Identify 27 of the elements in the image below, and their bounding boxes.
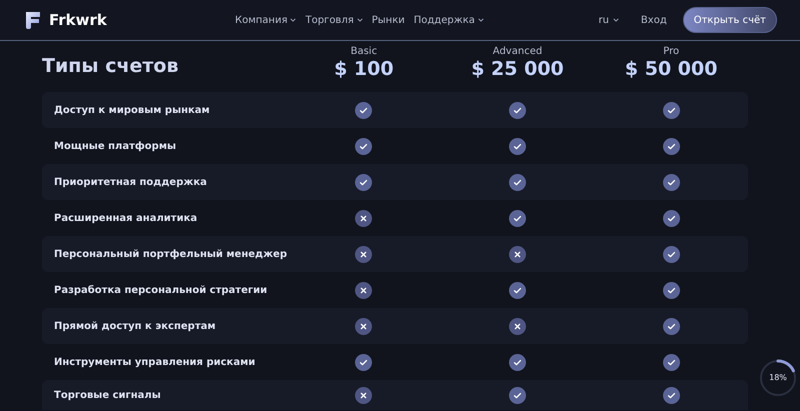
feature-label: Доступ к мировым рынкам — [53, 104, 211, 116]
caret-icon — [612, 18, 619, 22]
feature-label: Торговые сигналы — [53, 390, 162, 400]
feature-label: Мощные платформы — [53, 140, 178, 152]
nav-link[interactable]: Рынки — [372, 14, 405, 26]
section-title: Типы счетов — [42, 55, 180, 77]
feature-label: Расширенная аналитика — [53, 212, 198, 224]
plan-price: $ 50 000 — [624, 57, 718, 81]
plan-price: $ 25 000 — [470, 57, 565, 81]
nav-link[interactable]: Торговля — [305, 14, 363, 26]
login-link[interactable]: Вход — [640, 14, 667, 26]
plan-name: Pro — [662, 46, 680, 57]
open-account-button[interactable]: Открыть счёт — [682, 7, 777, 33]
nav-link[interactable]: Поддержка — [414, 14, 484, 26]
feature-label: Прямой доступ к экспертам — [53, 320, 217, 332]
logo-text[interactable]: Frkwrk — [49, 11, 107, 29]
logo-icon[interactable] — [23, 10, 43, 30]
language-selector[interactable]: ru — [598, 14, 619, 26]
feature-label: Инструменты управления рисками — [53, 356, 256, 368]
plan-name: Advanced — [492, 46, 544, 57]
nav-link[interactable]: Компания — [235, 14, 296, 26]
plan-name: Basic — [350, 46, 378, 57]
feature-label: Разработка персональной стратегии — [53, 284, 268, 296]
progress-reading: 18% — [769, 373, 787, 383]
feature-label: Приоритетная поддержка — [53, 176, 208, 188]
feature-label: Персональный портфельный менеджер — [53, 248, 287, 260]
plan-price: $ 100 — [333, 57, 395, 81]
